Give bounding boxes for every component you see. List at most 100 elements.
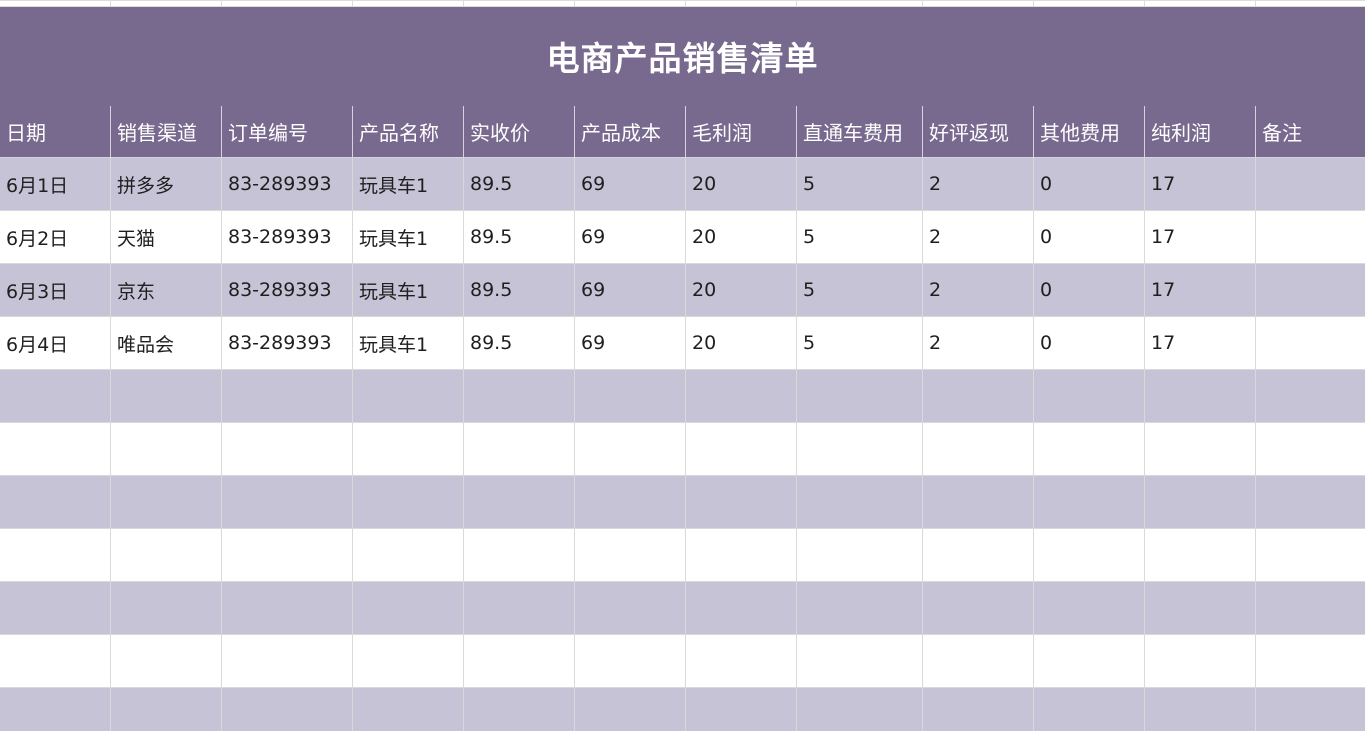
empty-cell[interactable] <box>1144 687 1256 731</box>
empty-cell[interactable] <box>796 475 923 529</box>
empty-cell[interactable] <box>110 369 222 423</box>
empty-cell[interactable] <box>352 581 464 635</box>
table-cell[interactable] <box>1255 263 1365 317</box>
empty-cell[interactable] <box>685 687 797 731</box>
empty-cell[interactable] <box>0 687 111 731</box>
table-cell[interactable]: 玩具车1 <box>352 210 464 264</box>
empty-cell[interactable] <box>796 369 923 423</box>
table-cell[interactable]: 6月3日 <box>0 263 111 317</box>
empty-cell[interactable] <box>685 581 797 635</box>
table-cell[interactable]: 20 <box>685 157 797 211</box>
table-cell[interactable]: 6月2日 <box>0 210 111 264</box>
empty-cell[interactable] <box>1144 422 1256 476</box>
empty-cell[interactable] <box>110 581 222 635</box>
empty-cell[interactable] <box>352 422 464 476</box>
table-cell[interactable]: 5 <box>796 210 923 264</box>
empty-cell[interactable] <box>1033 581 1145 635</box>
table-cell[interactable]: 83-289393 <box>221 210 353 264</box>
empty-cell[interactable] <box>352 369 464 423</box>
empty-cell[interactable] <box>221 634 353 688</box>
header-cell-product-name[interactable]: 产品名称 <box>352 105 464 158</box>
empty-cell[interactable] <box>574 634 686 688</box>
table-cell[interactable]: 17 <box>1144 263 1256 317</box>
empty-cell[interactable] <box>1255 687 1365 731</box>
empty-cell[interactable] <box>685 475 797 529</box>
empty-cell[interactable] <box>221 422 353 476</box>
empty-cell[interactable] <box>922 634 1034 688</box>
empty-cell[interactable] <box>1255 369 1365 423</box>
table-cell[interactable]: 0 <box>1033 157 1145 211</box>
header-cell-review-cashback[interactable]: 好评返现 <box>922 105 1034 158</box>
empty-cell[interactable] <box>796 528 923 582</box>
empty-cell[interactable] <box>1255 475 1365 529</box>
table-cell[interactable]: 89.5 <box>463 210 575 264</box>
empty-cell[interactable] <box>1144 369 1256 423</box>
header-cell-received-price[interactable]: 实收价 <box>463 105 575 158</box>
table-cell[interactable]: 2 <box>922 316 1034 370</box>
empty-cell[interactable] <box>796 581 923 635</box>
table-cell[interactable]: 69 <box>574 263 686 317</box>
header-cell-ad-fee[interactable]: 直通车费用 <box>796 105 923 158</box>
empty-cell[interactable] <box>0 528 111 582</box>
empty-cell[interactable] <box>0 475 111 529</box>
table-cell[interactable]: 5 <box>796 263 923 317</box>
table-cell[interactable]: 20 <box>685 263 797 317</box>
empty-cell[interactable] <box>463 422 575 476</box>
empty-cell[interactable] <box>463 687 575 731</box>
table-cell[interactable]: 20 <box>685 316 797 370</box>
empty-cell[interactable] <box>463 528 575 582</box>
empty-cell[interactable] <box>352 687 464 731</box>
empty-cell[interactable] <box>685 528 797 582</box>
header-cell-channel[interactable]: 销售渠道 <box>110 105 222 158</box>
empty-cell[interactable] <box>110 528 222 582</box>
empty-cell[interactable] <box>574 581 686 635</box>
empty-cell[interactable] <box>922 422 1034 476</box>
empty-cell[interactable] <box>221 475 353 529</box>
empty-cell[interactable] <box>463 581 575 635</box>
empty-cell[interactable] <box>796 687 923 731</box>
empty-cell[interactable] <box>922 528 1034 582</box>
empty-cell[interactable] <box>1255 422 1365 476</box>
empty-cell[interactable] <box>221 687 353 731</box>
table-cell[interactable]: 0 <box>1033 263 1145 317</box>
table-cell[interactable]: 83-289393 <box>221 263 353 317</box>
table-cell[interactable]: 6月4日 <box>0 316 111 370</box>
empty-cell[interactable] <box>922 475 1034 529</box>
empty-cell[interactable] <box>1255 581 1365 635</box>
table-cell[interactable] <box>1255 316 1365 370</box>
table-cell[interactable]: 83-289393 <box>221 157 353 211</box>
empty-cell[interactable] <box>1033 369 1145 423</box>
table-cell[interactable]: 玩具车1 <box>352 316 464 370</box>
table-cell[interactable]: 5 <box>796 316 923 370</box>
empty-cell[interactable] <box>574 528 686 582</box>
header-cell-gross-profit[interactable]: 毛利润 <box>685 105 797 158</box>
empty-cell[interactable] <box>110 422 222 476</box>
empty-cell[interactable] <box>463 369 575 423</box>
empty-cell[interactable] <box>796 634 923 688</box>
empty-cell[interactable] <box>1255 634 1365 688</box>
empty-cell[interactable] <box>221 581 353 635</box>
table-cell[interactable]: 5 <box>796 157 923 211</box>
empty-cell[interactable] <box>1033 475 1145 529</box>
table-cell[interactable]: 69 <box>574 316 686 370</box>
header-cell-order-no[interactable]: 订单编号 <box>221 105 353 158</box>
table-cell[interactable]: 玩具车1 <box>352 263 464 317</box>
empty-cell[interactable] <box>685 422 797 476</box>
table-cell[interactable]: 89.5 <box>463 263 575 317</box>
table-cell[interactable]: 89.5 <box>463 157 575 211</box>
empty-cell[interactable] <box>221 528 353 582</box>
table-cell[interactable]: 0 <box>1033 316 1145 370</box>
header-cell-other-fee[interactable]: 其他费用 <box>1033 105 1145 158</box>
table-cell[interactable]: 6月1日 <box>0 157 111 211</box>
empty-cell[interactable] <box>1033 528 1145 582</box>
table-cell[interactable] <box>1255 210 1365 264</box>
table-cell[interactable] <box>1255 157 1365 211</box>
empty-cell[interactable] <box>922 581 1034 635</box>
table-cell[interactable]: 2 <box>922 157 1034 211</box>
table-cell[interactable]: 2 <box>922 263 1034 317</box>
table-cell[interactable]: 20 <box>685 210 797 264</box>
table-cell[interactable]: 17 <box>1144 157 1256 211</box>
empty-cell[interactable] <box>0 581 111 635</box>
empty-cell[interactable] <box>0 422 111 476</box>
empty-cell[interactable] <box>922 369 1034 423</box>
